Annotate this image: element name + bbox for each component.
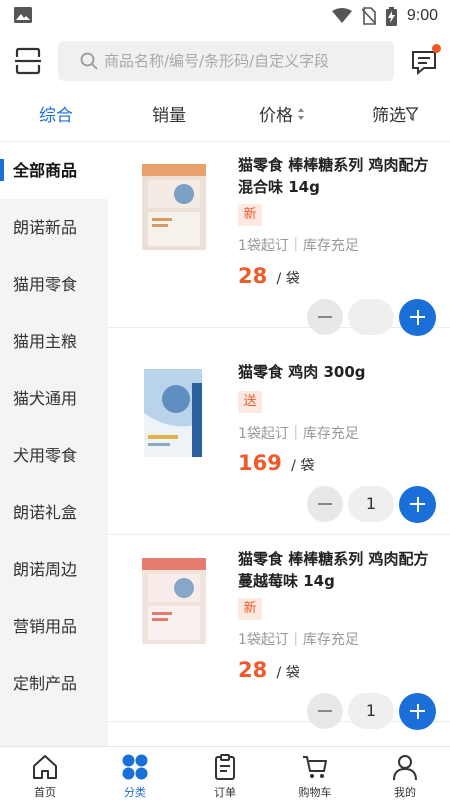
tab-comprehensive-label: 综合 (39, 106, 73, 126)
product-card[interactable]: 猫零食 鸡肉 300g 送 1袋起订｜库存充足 169 / 袋 1 (108, 349, 450, 535)
price-unit: / 袋 (291, 458, 315, 474)
battery-charging-icon (385, 6, 397, 26)
nav-orders[interactable]: 订单 (180, 747, 270, 800)
quantity-stepper: 1 (307, 485, 436, 523)
nav-cart-label: 购物车 (298, 786, 332, 799)
profile-icon (393, 755, 417, 781)
nav-category[interactable]: 分类 (90, 747, 180, 800)
quantity-input[interactable] (348, 299, 394, 335)
home-icon (33, 755, 57, 779)
sidebar-item-all[interactable]: 全部商品 (0, 142, 108, 199)
increase-button[interactable] (399, 298, 436, 336)
sidebar-item-dog-snacks[interactable]: 犬用零食 (0, 427, 108, 484)
product-name: 猫零食 棒棒糖系列 鸡肉配方 蔓越莓味 14g (238, 550, 429, 590)
price-value: 28 (238, 264, 268, 288)
nav-profile-label: 我的 (394, 786, 416, 799)
tab-sales-label: 销量 (152, 106, 186, 126)
image-notification-icon (14, 7, 32, 23)
stock-info: 1袋起订｜库存充足 (238, 238, 359, 254)
tab-sales[interactable]: 销量 (146, 90, 192, 142)
sidebar-item-gift-box[interactable]: 朗诺礼盒 (0, 484, 108, 541)
increase-button[interactable] (399, 692, 436, 730)
nav-home[interactable]: 首页 (0, 747, 90, 800)
product-card[interactable]: 猫零食 棒棒糖系列 鸡肉配方 蔓越莓味 14g 新 1袋起订｜库存充足 28 /… (108, 536, 450, 730)
sidebar-item-cat-snacks[interactable]: 猫用零食 (0, 256, 108, 313)
sidebar-item-custom[interactable]: 定制产品 (0, 655, 108, 712)
decrease-button[interactable] (307, 299, 343, 335)
new-badge: 新 (238, 598, 262, 620)
decrease-button[interactable] (307, 486, 343, 522)
category-sidebar: 全部商品 朗诺新品 猫用零食 猫用主粮 猫犬通用 犬用零食 朗诺礼盒 朗诺周边 … (0, 142, 108, 746)
sidebar-item-cat-dog[interactable]: 猫犬通用 (0, 370, 108, 427)
no-sim-icon (361, 7, 376, 25)
tab-filter-label: 筛选 (372, 106, 406, 126)
sort-bar: 综合 销量 价格 筛选 (0, 90, 450, 142)
scan-icon[interactable] (14, 46, 42, 76)
product-image (142, 558, 206, 644)
message-button[interactable] (410, 44, 441, 76)
product-list: 猫零食 棒棒糖系列 鸡肉配方 混合味 14g 新 1袋起订｜库存充足 28 / … (108, 142, 450, 746)
tab-filter[interactable]: 筛选 (366, 90, 424, 142)
quantity-stepper (307, 298, 436, 336)
new-badge: 新 (238, 204, 262, 226)
nav-category-label: 分类 (124, 786, 146, 799)
price-unit: / 袋 (276, 271, 300, 287)
sidebar-item-merch[interactable]: 朗诺周边 (0, 541, 108, 598)
increase-button[interactable] (399, 485, 436, 523)
header (0, 32, 450, 90)
stock-info: 1袋起订｜库存充足 (238, 426, 359, 442)
quantity-stepper: 1 (307, 692, 436, 730)
nav-home-label: 首页 (34, 786, 56, 799)
tab-price[interactable]: 价格 (252, 90, 312, 142)
price-value: 28 (238, 658, 268, 682)
bottom-nav: 首页 分类 订单 购物车 我的 (0, 746, 450, 800)
sidebar-item-marketing[interactable]: 营销用品 (0, 598, 108, 655)
product-price: 169 / 袋 (238, 451, 314, 475)
search-bar[interactable] (58, 41, 394, 81)
sidebar-item-new[interactable]: 朗诺新品 (0, 199, 108, 256)
product-name: 猫零食 棒棒糖系列 鸡肉配方 混合味 14g (238, 156, 429, 196)
nav-cart[interactable]: 购物车 (270, 747, 360, 800)
notification-dot (432, 44, 441, 53)
product-price: 28 / 袋 (238, 264, 300, 288)
search-icon (80, 52, 98, 70)
product-image (144, 369, 202, 457)
wifi-icon (331, 8, 352, 23)
status-bar: 9:00 (0, 0, 450, 32)
gift-badge: 送 (238, 391, 262, 413)
quantity-input[interactable]: 1 (348, 693, 394, 729)
product-card[interactable]: 猫零食 棒棒糖系列 鸡肉配方 混合味 14g 新 1袋起订｜库存充足 28 / … (108, 142, 450, 336)
stock-info: 1袋起订｜库存充足 (238, 632, 359, 648)
quantity-input[interactable]: 1 (348, 486, 394, 522)
status-time: 9:00 (406, 7, 438, 24)
category-icon (122, 754, 148, 780)
tab-comprehensive[interactable]: 综合 (30, 90, 82, 142)
product-price: 28 / 袋 (238, 658, 300, 682)
sort-arrows-icon (298, 108, 304, 120)
price-value: 169 (238, 451, 282, 475)
order-icon (215, 754, 235, 780)
filter-icon (406, 107, 418, 121)
cart-icon (303, 756, 327, 778)
product-name: 猫零食 鸡肉 300g (238, 363, 366, 381)
nav-orders-label: 订单 (214, 786, 236, 799)
nav-profile[interactable]: 我的 (360, 747, 450, 800)
search-input[interactable] (104, 52, 384, 70)
decrease-button[interactable] (307, 693, 343, 729)
price-unit: / 袋 (276, 665, 300, 681)
product-image (142, 164, 206, 250)
tab-price-label: 价格 (259, 106, 293, 126)
sidebar-item-cat-food[interactable]: 猫用主粮 (0, 313, 108, 370)
